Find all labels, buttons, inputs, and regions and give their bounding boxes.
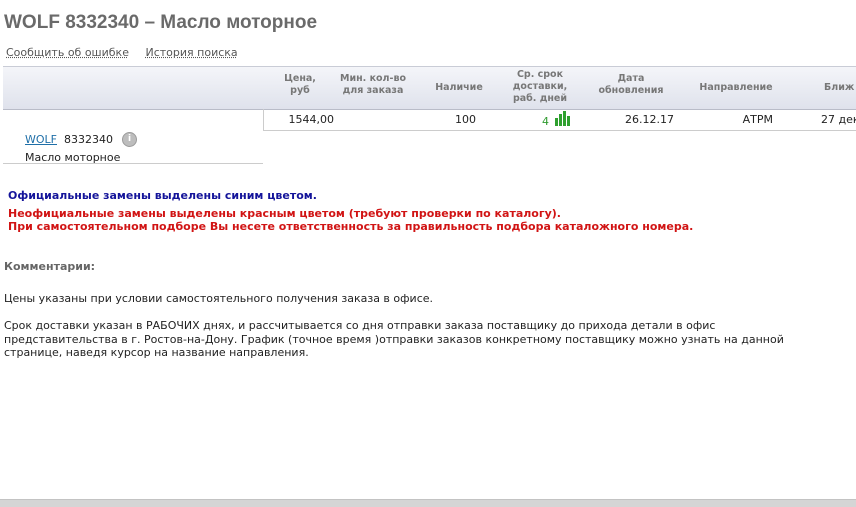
report-error-link[interactable]: Сообщить об ошибке <box>6 46 129 59</box>
price-cell: 1544,00 <box>288 113 335 126</box>
official-note: Официальные замены выделены синим цветом… <box>8 189 317 202</box>
header-delivery-line3: раб. дней <box>512 93 568 104</box>
header-direction: Направление <box>695 82 777 94</box>
header-updated-line2: обновления <box>598 85 664 96</box>
bar-chart-icon[interactable] <box>555 111 571 126</box>
header-price-line2: руб <box>290 85 310 96</box>
comment-delivery: Срок доставки указан в РАБОЧИХ днях, и р… <box>4 319 784 359</box>
header-availability: Наличие <box>428 82 490 94</box>
header-nearest: Ближ <box>824 82 856 94</box>
header-availability-line1: Наличие <box>435 82 483 93</box>
delivery-days-cell[interactable]: 4 <box>542 115 549 128</box>
header-delivery: Ср. срок доставки, раб. дней <box>507 69 573 105</box>
search-history-link[interactable]: История поиска <box>145 46 237 59</box>
responsibility-note: При самостоятельном подборе Вы несете от… <box>8 220 694 233</box>
comment-pickup: Цены указаны при условии самостоятельног… <box>4 292 434 305</box>
header-price: Цена, руб <box>276 73 324 97</box>
header-delivery-line2: доставки, <box>512 81 568 92</box>
info-icon[interactable]: i <box>122 132 137 147</box>
header-price-line1: Цена, <box>284 73 316 84</box>
header-nearest-line1: Ближ <box>824 82 855 93</box>
horizontal-scrollbar[interactable] <box>0 499 856 507</box>
header-direction-line1: Направление <box>699 82 773 93</box>
comments-title: Комментарии: <box>4 260 96 273</box>
table-row: 1544,00 100 4 26.12.17 АТРМ 27 дек <box>263 109 856 131</box>
results-table-header: Цена, руб Мин. кол-во для заказа Наличие… <box>3 66 856 110</box>
header-updated-line1: Дата <box>617 73 645 84</box>
unofficial-note: Неофициальные замены выделены красным цв… <box>8 207 561 220</box>
part-number: 8332340 <box>64 133 113 146</box>
page: WOLF 8332340 – Масло моторное Сообщить о… <box>0 0 856 507</box>
updated-cell: 26.12.17 <box>625 113 674 126</box>
direction-cell[interactable]: АТРМ <box>684 113 773 126</box>
header-delivery-line1: Ср. срок <box>516 69 564 80</box>
header-updated: Дата обновления <box>596 73 666 97</box>
header-min-qty-line1: Мин. кол-во <box>339 73 406 84</box>
availability-cell: 100 <box>455 113 476 126</box>
top-links: Сообщить об ошибке История поиска <box>6 46 251 59</box>
part-description: Масло моторное <box>25 151 121 164</box>
nearest-cell: 27 дек <box>821 113 856 126</box>
header-min-qty-line2: для заказа <box>342 85 404 96</box>
page-title: WOLF 8332340 – Масло моторное <box>4 12 318 33</box>
part-cell: WOLF 8332340 i Масло моторное <box>3 109 263 164</box>
brand-link[interactable]: WOLF <box>25 133 57 146</box>
header-min-qty: Мин. кол-во для заказа <box>336 73 410 97</box>
